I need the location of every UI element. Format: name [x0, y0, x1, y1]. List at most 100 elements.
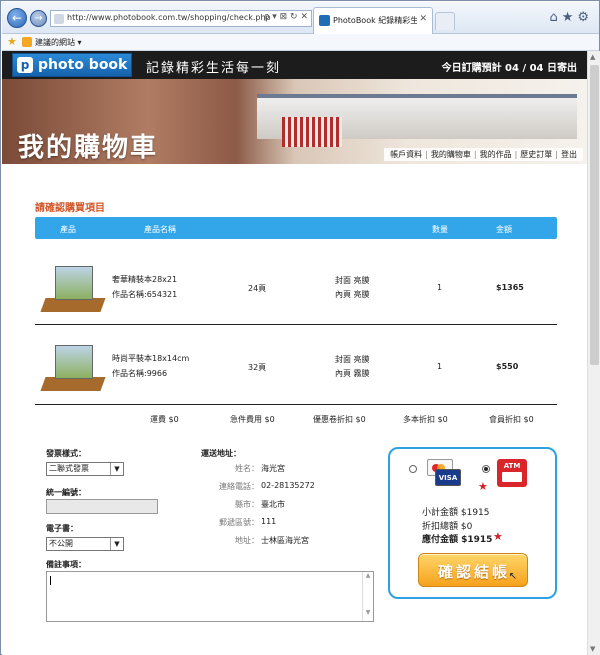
scroll-thumb[interactable]	[590, 65, 599, 365]
new-tab-button[interactable]	[435, 12, 455, 30]
invoice-label: 發票樣式：	[46, 449, 86, 458]
subtotal: 小計金額 $1915	[422, 508, 490, 518]
shipping-key: 郵遞區號：	[219, 518, 259, 527]
shipping-value: 02-28135272	[261, 481, 315, 490]
address-controls[interactable]: ρ ▾ ⊠ ↻ ✕	[264, 12, 308, 22]
shipping-value: 海光宮	[261, 464, 285, 473]
shipping-row: 郵遞區號： 111	[201, 517, 371, 529]
shipping-value: 士林區海光宮	[261, 536, 309, 545]
book-pages-image	[282, 117, 342, 147]
discount-total: 折扣總額 $0	[422, 522, 473, 532]
nav-separator: |	[555, 150, 558, 159]
nav-history[interactable]: 歷史訂單	[520, 150, 552, 159]
note-label: 備註事項：	[46, 560, 86, 569]
shipping-row: 縣市： 臺北市	[201, 499, 371, 511]
favorites-star-icon[interactable]: ★	[7, 35, 17, 48]
fee-multi: 多本折扣 $0	[403, 415, 448, 424]
page-scrollbar[interactable]: ▲ ▼	[587, 51, 600, 655]
browser-tab[interactable]: PhotoBook 紀錄精彩生活... ✕	[313, 7, 433, 34]
scroll-down-icon[interactable]: ▼	[590, 645, 595, 653]
nav-account[interactable]: 帳戶資料	[390, 150, 422, 159]
nav-logout[interactable]: 登出	[561, 150, 577, 159]
shipping-key: 縣市：	[235, 500, 259, 509]
chevron-down-icon: ▼	[110, 463, 123, 475]
product-name-block: 時尚平裝本18x14cm 作品名稱:9966	[112, 351, 189, 381]
shipping-value: 111	[261, 517, 277, 526]
tab-title: PhotoBook 紀錄精彩生活...	[333, 16, 417, 25]
payment-panel: VISA ★ ATM 小計金額 $1915 折扣總額 $0 應付金額 $1915…	[388, 447, 557, 599]
required-star-icon: ★	[493, 530, 503, 543]
nav-works[interactable]: 我的作品	[480, 150, 512, 159]
note-textarea[interactable]: ▲ ▼	[46, 571, 374, 622]
col-qty: 數量	[432, 225, 448, 234]
ebook-select-value: 不公開	[49, 539, 73, 548]
address-bar[interactable]: http://www.photobook.com.tw/shopping/che…	[50, 10, 312, 27]
suggested-sites-link[interactable]: 建議的網站 ▾	[35, 37, 82, 48]
page-content: p photo book 記錄精彩生活每一刻 今日訂購預計 04 / 04 日寄…	[2, 51, 587, 655]
photobook-favicon-icon	[319, 15, 330, 26]
payable-amount: 應付金額 $1915	[422, 535, 493, 545]
textarea-scrollbar[interactable]: ▲ ▼	[362, 572, 373, 621]
cover-finish: 封面 亮膜	[335, 355, 370, 364]
cart-item-row: 奢華精裝本28x21 作品名稱:654321 24頁 封面 亮膜 內頁 亮膜 1…	[35, 250, 557, 325]
nav-separator: |	[473, 150, 477, 159]
credit-card-radio[interactable]	[409, 465, 417, 473]
ebook-label: 電子書：	[46, 524, 78, 533]
page-count: 24頁	[248, 284, 267, 293]
ebook-select[interactable]: 不公開 ▼	[46, 537, 124, 551]
atm-icon: ATM	[497, 459, 527, 487]
nav-cart[interactable]: 我的購物車	[431, 150, 471, 159]
shipping-value: 臺北市	[261, 500, 285, 509]
mouse-cursor-icon: ↖	[508, 571, 517, 582]
confirm-checkout-button[interactable]: 確認結帳 ↖	[418, 553, 528, 587]
fee-coupon: 優惠卷折扣 $0	[313, 415, 366, 424]
shipping-key: 姓名：	[235, 464, 259, 473]
product-thumbnail	[40, 343, 106, 391]
atm-icon-label: ATM	[503, 462, 521, 470]
photobook-logo[interactable]: p photo book	[12, 53, 132, 77]
suggested-sites-icon	[22, 37, 32, 47]
favorites-bar: ★ 建議的網站 ▾	[2, 34, 599, 51]
shipping-title: 運送地址：	[201, 449, 241, 458]
shipping-row: 姓名： 海光宮	[201, 463, 371, 475]
credit-card-icon: VISA	[427, 459, 461, 487]
atm-radio[interactable]	[482, 465, 490, 473]
shipping-row: 地址： 士林區海光宮	[201, 535, 371, 547]
browser-toolbar: ← → http://www.photobook.com.tw/shopping…	[2, 2, 599, 34]
item-amount: $550	[496, 362, 519, 371]
shipping-row: 連絡電話： 02-28135272	[201, 481, 371, 493]
address-url[interactable]: http://www.photobook.com.tw/shopping/che…	[67, 13, 271, 22]
site-favicon-icon	[54, 14, 64, 24]
slogan: 記錄精彩生活每一刻	[146, 61, 282, 76]
scroll-up-icon[interactable]: ▲	[590, 53, 595, 61]
work-name: 作品名稱:654321	[112, 290, 178, 299]
section-title: 請確認購買項目	[35, 203, 105, 214]
product-name-block: 奢華精裝本28x21 作品名稱:654321	[112, 272, 177, 302]
col-amount: 金額	[496, 225, 512, 234]
col-name: 產品名稱	[144, 225, 176, 234]
tax-id-input[interactable]	[46, 499, 158, 514]
text-caret	[50, 576, 51, 585]
logo-text: photo book	[38, 57, 128, 73]
fee-member: 會員折扣 $0	[489, 415, 534, 424]
browser-tools-icons[interactable]: ⌂★⚙	[549, 10, 593, 25]
cover-finish: 封面 亮膜	[335, 276, 370, 285]
quantity: 1	[437, 283, 443, 292]
product-name: 奢華精裝本28x21	[112, 275, 178, 284]
back-button[interactable]: ←	[7, 8, 27, 28]
tab-close-icon[interactable]: ✕	[419, 14, 427, 24]
finish-block: 封面 亮膜 內頁 亮膜	[335, 274, 370, 302]
inner-finish: 內頁 亮膜	[335, 290, 370, 299]
invoice-select[interactable]: 二聯式發票 ▼	[46, 462, 124, 476]
nav-separator: |	[514, 150, 518, 159]
quantity: 1	[437, 362, 443, 371]
finish-block: 封面 亮膜 內頁 霧膜	[335, 353, 370, 381]
cart-item-row: 時尚平裝本18x14cm 作品名稱:9966 32頁 封面 亮膜 內頁 霧膜 1…	[35, 329, 557, 405]
product-thumbnail	[40, 264, 106, 312]
browser-window: ← → http://www.photobook.com.tw/shopping…	[0, 0, 600, 655]
account-nav: 帳戶資料 | 我的購物車 | 我的作品 | 歷史訂單 | 登出	[384, 148, 583, 161]
product-name: 時尚平裝本18x14cm	[112, 354, 190, 363]
fee-rush: 急件費用 $0	[230, 415, 275, 424]
forward-button[interactable]: →	[30, 10, 47, 27]
chevron-down-icon: ▼	[110, 538, 123, 550]
